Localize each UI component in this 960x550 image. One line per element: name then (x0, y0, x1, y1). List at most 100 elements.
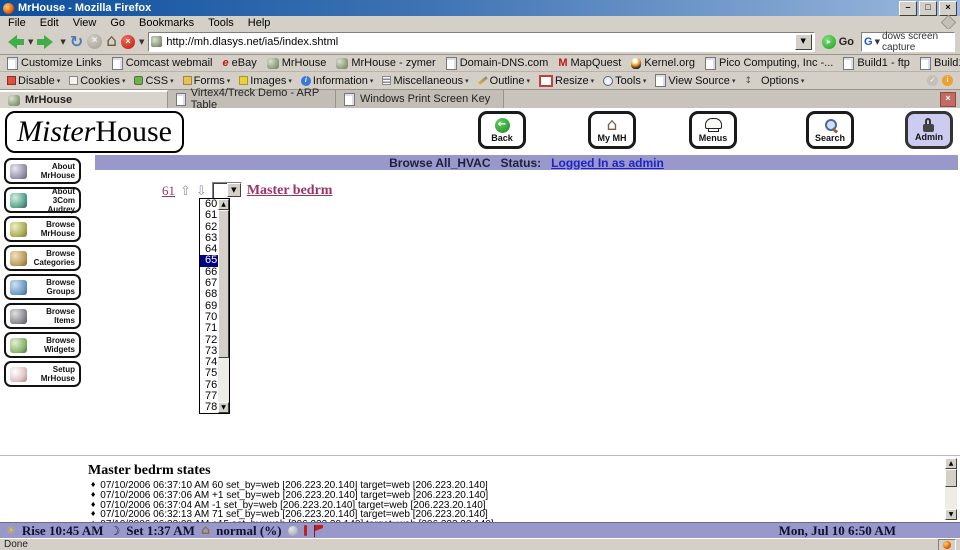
devtool-options[interactable]: Options▾ (761, 75, 804, 87)
bookmark-pico-computing[interactable]: Pico Computing, Inc -... (705, 57, 833, 70)
back-icon[interactable] (5, 35, 24, 49)
increment-arrow-icon[interactable]: ⇧ (180, 185, 191, 198)
items-icon (10, 309, 27, 324)
devtool-outline[interactable]: Outline▾ (478, 75, 530, 87)
moonset-time: Set 1:37 AM (126, 523, 195, 539)
scrollbar-thumb[interactable] (945, 469, 957, 487)
search-input[interactable]: G ▼ dows screen capture (861, 32, 955, 52)
bookmark-mapquest[interactable]: MMapQuest (558, 57, 621, 69)
bullet-icon: ♦ (90, 501, 96, 511)
resize-icon (539, 75, 553, 87)
bookmark-customize-links[interactable]: Customize Links (7, 57, 102, 70)
decrement-arrow-icon[interactable]: ⇩ (196, 185, 207, 198)
thermometer-icon[interactable] (304, 525, 307, 536)
go-button[interactable]: ▸ Go (819, 35, 857, 49)
forward-icon[interactable] (37, 35, 56, 49)
menu-file[interactable]: File (8, 17, 26, 29)
scrollbar-track[interactable] (945, 487, 957, 509)
logged-in-link[interactable]: Logged In as admin (551, 156, 664, 170)
bookmark-kernel-org[interactable]: Kernel.org (631, 57, 695, 69)
scroll-down-icon[interactable]: ▼ (945, 509, 957, 520)
tab-virtex4-treck[interactable]: Virtex4/Treck Demo - ARP Table (168, 90, 336, 108)
menu-edit[interactable]: Edit (40, 17, 59, 29)
dropdown-scrollbar[interactable]: ▲ ▼ (218, 199, 229, 413)
dropdown-option[interactable]: 71 (200, 323, 218, 334)
setup-icon (10, 367, 27, 382)
menu-bookmarks[interactable]: Bookmarks (139, 17, 194, 29)
close-tab-button[interactable]: × (940, 92, 956, 107)
bookmark-build1-ftp[interactable]: Build1 - ftp (843, 57, 910, 70)
sidebar-browse-items[interactable]: BrowseItems (4, 303, 81, 329)
minimize-button[interactable]: – (899, 1, 917, 16)
globe-icon[interactable] (288, 526, 298, 536)
admin-button[interactable]: Admin (905, 111, 953, 149)
sidebar-setup-mrhouse[interactable]: SetupMrHouse (4, 361, 81, 387)
information-icon: i (301, 76, 311, 86)
penguin-icon (631, 58, 641, 69)
flag-icon[interactable] (313, 525, 324, 537)
sidebar-about-mrhouse[interactable]: AboutMrHouse (4, 158, 81, 184)
bookmark-domain-dns[interactable]: Domain-DNS.com (446, 57, 549, 70)
back-page-button[interactable]: ← Back (478, 111, 526, 149)
scrollbar-track[interactable] (218, 358, 229, 402)
devtool-information[interactable]: iInformation▾ (301, 75, 374, 87)
url-text[interactable]: http://mh.dlasys.net/ia5/index.shtml (166, 36, 338, 48)
devtool-miscellaneous[interactable]: Miscellaneous▾ (382, 75, 468, 87)
dropdown-option[interactable]: 68 (200, 289, 218, 300)
menu-go[interactable]: Go (110, 17, 125, 29)
devtool-resize[interactable]: Resize▾ (539, 75, 594, 87)
bookmark-mrhouse[interactable]: MrHouse (267, 57, 327, 69)
browser-status-bar: Done (0, 538, 960, 550)
devtool-view-source[interactable]: View Source▾ (655, 74, 735, 87)
tab-windows-print-screen[interactable]: Windows Print Screen Key (336, 90, 504, 108)
combo-dropdown-icon[interactable]: ▼ (227, 183, 241, 197)
scroll-up-icon[interactable]: ▲ (945, 458, 957, 469)
url-history-dropdown-icon[interactable]: ▼ (795, 34, 812, 50)
sidebar-browse-groups[interactable]: BrowseGroups (4, 274, 81, 300)
devtool-css[interactable]: CSS▾ (134, 75, 173, 87)
search-engine-dropdown-icon[interactable]: ▼ (875, 38, 880, 46)
bookmark-ebay[interactable]: eeBay (223, 57, 257, 69)
dropdown-option[interactable]: 78 (200, 402, 218, 413)
bookmark-mrhouse-zymer[interactable]: MrHouse - zymer (336, 57, 435, 69)
devtool-tools[interactable]: Tools▾ (603, 75, 646, 87)
search-text[interactable]: dows screen capture (882, 31, 952, 53)
devtool-disable[interactable]: Disable▾ (7, 75, 60, 87)
bookmark-comcast-webmail[interactable]: Comcast webmail (112, 57, 213, 70)
scroll-up-icon[interactable]: ▲ (218, 199, 229, 210)
forward-dropdown-icon[interactable]: ▼ (60, 38, 65, 46)
dropdown-option[interactable]: 61 (200, 210, 218, 221)
restore-button[interactable]: □ (919, 1, 937, 16)
menu-help[interactable]: Help (248, 17, 271, 29)
device-link[interactable]: Master bedrm (247, 183, 333, 199)
url-bar[interactable]: http://mh.dlasys.net/ia5/index.shtml ▼ (148, 32, 814, 52)
sidebar-browse-mrhouse[interactable]: BrowseMrHouse (4, 216, 81, 242)
menu-tools[interactable]: Tools (208, 17, 234, 29)
sidebar-about-3com-audrey[interactable]: About3Com Audrey (4, 187, 81, 213)
search-button[interactable]: Search (806, 111, 854, 149)
stop-icon[interactable]: × (87, 34, 102, 49)
page-icon (344, 93, 355, 106)
devtool-cookies[interactable]: Cookies▾ (69, 75, 125, 87)
sidebar-browse-widgets[interactable]: BrowseWidgets (4, 332, 81, 358)
devtool-forms[interactable]: Forms▾ (183, 75, 231, 87)
log-scrollbar[interactable]: ▲ ▼ (945, 458, 957, 520)
menu-view[interactable]: View (73, 17, 97, 29)
menus-button[interactable]: Menus (689, 111, 737, 149)
current-value-link[interactable]: 61 (162, 183, 175, 199)
scroll-down-icon[interactable]: ▼ (218, 402, 229, 413)
tab-mrhouse[interactable]: MrHouse (0, 90, 168, 108)
categories-icon (10, 251, 27, 266)
bookmark-build1[interactable]: Build1 (920, 57, 960, 70)
my-mh-button[interactable]: ⌂ My MH (588, 111, 636, 149)
scrollbar-thumb[interactable] (218, 210, 229, 358)
google-search-icon[interactable]: G (864, 36, 873, 48)
back-dropdown-icon[interactable]: ▼ (28, 38, 33, 46)
sidebar-browse-categories[interactable]: BrowseCategories (4, 245, 81, 271)
devtool-images[interactable]: Images▾ (239, 75, 292, 87)
validation-check-icon: ✓ (927, 75, 938, 86)
reload-icon[interactable]: ↻ (70, 34, 83, 49)
extension-dropdown-icon[interactable]: ▼ (139, 38, 144, 46)
home-icon[interactable]: ⌂ (106, 34, 117, 49)
extension-blocker-icon[interactable]: × (121, 35, 135, 49)
